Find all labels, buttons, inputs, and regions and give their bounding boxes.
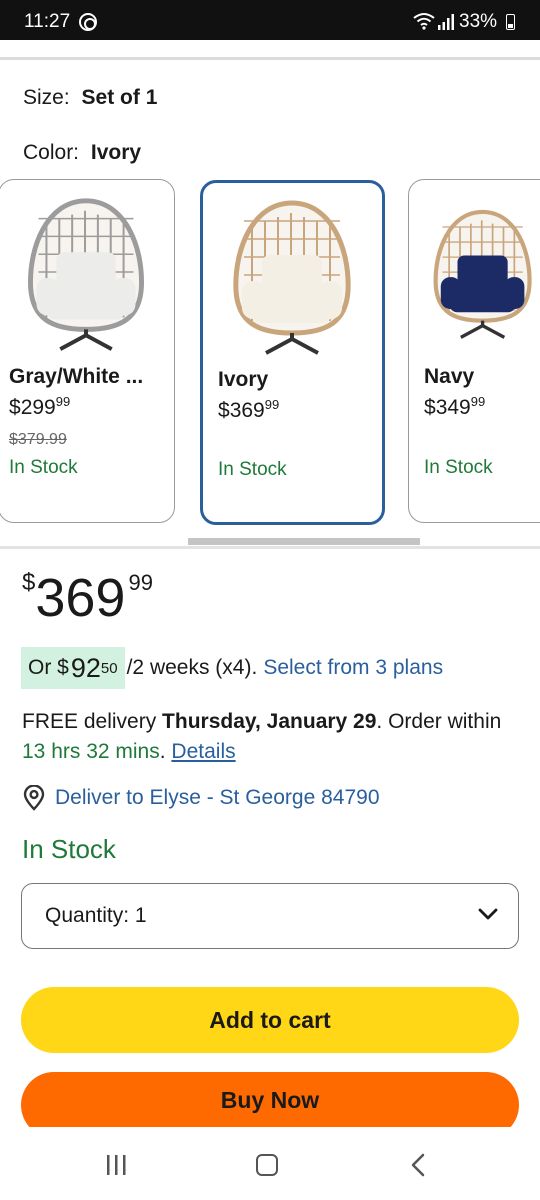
- carousel-divider: [0, 546, 540, 549]
- size-label: Size:: [23, 86, 70, 109]
- deliver-to-location[interactable]: Deliver to Elyse - St George 84790: [22, 785, 380, 811]
- status-time: 11:27: [24, 11, 71, 32]
- product-price: $369 99: [22, 568, 153, 628]
- size-value: Set of 1: [81, 86, 158, 109]
- battery-percent: 33%: [459, 11, 498, 32]
- quantity-value: 1: [134, 904, 147, 927]
- system-nav-bar: [0, 1127, 540, 1200]
- variant-card-gray-white[interactable]: Gray/White ... $29999 $379.99 In Stock: [0, 179, 175, 523]
- signal-icon: [438, 14, 454, 30]
- wifi-icon: [413, 13, 435, 30]
- variant-price: $34999: [424, 394, 486, 419]
- installment-offer: Or $92 50 /2 weeks (x4). Select from 3 pl…: [21, 647, 443, 689]
- delivery-date: Thursday, January 29: [162, 710, 377, 733]
- select-plans-link[interactable]: Select from 3 plans: [263, 656, 443, 680]
- back-icon[interactable]: [410, 1153, 426, 1177]
- location-pin-icon: [23, 785, 45, 811]
- variant-stock: In Stock: [218, 459, 287, 480]
- home-icon[interactable]: [256, 1154, 278, 1176]
- divider: [0, 57, 540, 60]
- color-value: Ivory: [90, 141, 142, 164]
- quantity-label: Quantity:: [45, 904, 130, 927]
- stock-status: In Stock: [22, 834, 116, 864]
- delivery-details-link[interactable]: Details: [171, 740, 235, 763]
- screen-record-icon: [79, 13, 97, 31]
- variant-name: Navy: [424, 365, 475, 388]
- color-option: Color: Ivory: [23, 141, 141, 165]
- variant-price: $29999: [9, 394, 71, 419]
- variant-name: Ivory: [218, 368, 269, 391]
- quantity-select[interactable]: Quantity: 1: [21, 883, 519, 949]
- status-bar: 11:27 33%: [0, 0, 540, 40]
- carousel-scrollbar[interactable]: [188, 538, 420, 545]
- variant-stock: In Stock: [9, 457, 78, 478]
- delivery-countdown: 13 hrs 32 mins: [22, 740, 160, 763]
- installment-terms: /2 weeks (x4).: [126, 656, 258, 679]
- size-option: Size: Set of 1: [23, 86, 157, 110]
- deliver-to-text: Deliver to Elyse - St George 84790: [55, 786, 380, 809]
- variant-stock: In Stock: [424, 457, 493, 478]
- variant-name: Gray/White ...: [9, 365, 144, 388]
- chevron-down-icon: [478, 908, 498, 920]
- product-thumbnail: [28, 198, 144, 351]
- recent-apps-icon[interactable]: [104, 1155, 128, 1175]
- variant-card-ivory[interactable]: Ivory $36999 In Stock: [200, 180, 385, 525]
- product-thumbnail: [233, 200, 351, 355]
- variant-card-navy[interactable]: Navy $34999 In Stock: [408, 179, 540, 523]
- color-label: Color:: [23, 141, 80, 164]
- add-to-cart-button[interactable]: Add to cart: [21, 987, 519, 1053]
- variant-price: $36999: [218, 397, 280, 422]
- installment-amount: Or $92 50: [21, 647, 125, 689]
- battery-icon: [506, 14, 515, 30]
- delivery-info: FREE delivery Thursday, January 29. Orde…: [22, 710, 502, 763]
- product-thumbnail: [433, 209, 532, 339]
- variant-was-price: $379.99: [9, 431, 67, 448]
